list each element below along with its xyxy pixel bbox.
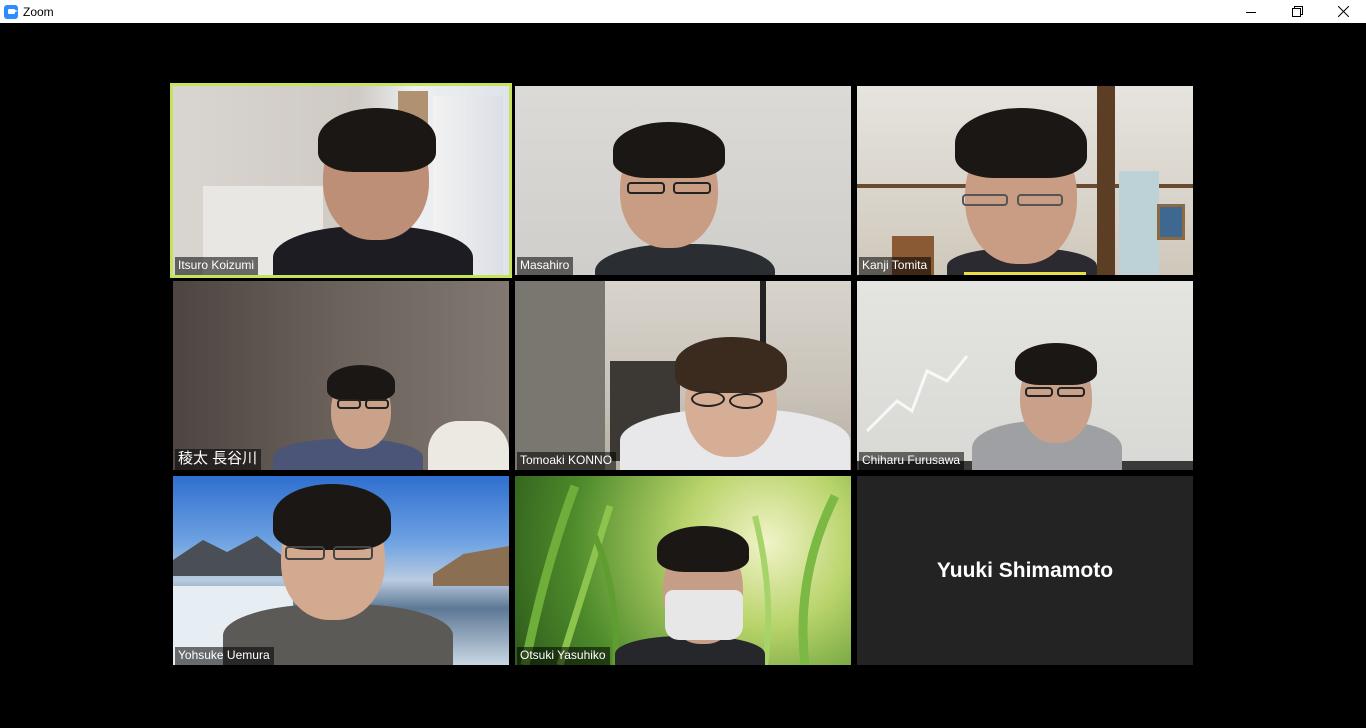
participant-name: Tomoaki KONNO	[517, 452, 617, 470]
participant-tile[interactable]: Masahiro	[515, 86, 851, 275]
close-icon	[1337, 6, 1349, 17]
background-light-streak	[865, 355, 969, 433]
video-feed	[857, 86, 1193, 275]
video-feed	[857, 281, 1193, 470]
title-bar: Zoom	[0, 0, 1366, 23]
participant-tile[interactable]: Kanji Tomita	[857, 86, 1193, 275]
audio-level-bar	[964, 272, 1086, 275]
participant-name: Kanji Tomita	[859, 257, 932, 275]
participant-tile[interactable]: Chiharu Furusawa	[857, 281, 1193, 470]
video-feed	[173, 476, 509, 665]
restore-icon	[1291, 6, 1303, 17]
participant-name: Yohsuke Uemura	[175, 647, 274, 665]
participant-tile[interactable]: Tomoaki KONNO	[515, 281, 851, 470]
video-feed	[515, 281, 851, 470]
participant-tile-no-video[interactable]: Yuuki Shimamoto	[857, 476, 1193, 665]
participant-name: Chiharu Furusawa	[859, 452, 965, 470]
video-feed	[515, 476, 851, 665]
restore-button[interactable]	[1274, 0, 1320, 23]
participant-name: 稜太 長谷川	[175, 449, 262, 470]
minimize-icon	[1246, 11, 1256, 13]
gallery-view: Itsuro Koizumi Masahiro Kanji Tomita 稜太 …	[0, 23, 1366, 728]
video-feed	[515, 86, 851, 275]
participant-tile[interactable]: Itsuro Koizumi	[170, 83, 512, 278]
window-controls	[1228, 0, 1366, 23]
participant-tile[interactable]: Yohsuke Uemura	[173, 476, 509, 665]
video-feed	[173, 86, 509, 275]
participant-name: Otsuki Yasuhiko	[517, 647, 610, 665]
video-off-placeholder: Yuuki Shimamoto	[857, 476, 1193, 665]
participant-tile[interactable]: 稜太 長谷川	[173, 281, 509, 470]
participant-name: Itsuro Koizumi	[175, 257, 259, 275]
participant-name: Masahiro	[517, 257, 574, 275]
window-title: Zoom	[23, 4, 54, 19]
minimize-button[interactable]	[1228, 0, 1274, 23]
participant-name-large: Yuuki Shimamoto	[936, 558, 1114, 582]
zoom-camera-icon	[4, 4, 18, 19]
video-feed	[173, 281, 509, 470]
close-button[interactable]	[1320, 0, 1366, 23]
participant-tile[interactable]: Otsuki Yasuhiko	[515, 476, 851, 665]
